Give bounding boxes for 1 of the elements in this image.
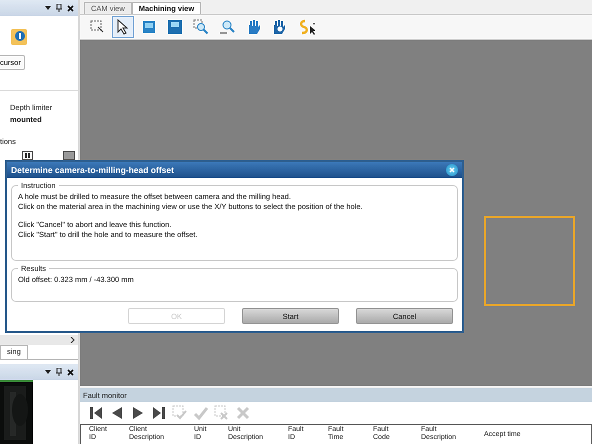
dialog-title: Determine camera-to-milling-head offset <box>11 165 174 175</box>
